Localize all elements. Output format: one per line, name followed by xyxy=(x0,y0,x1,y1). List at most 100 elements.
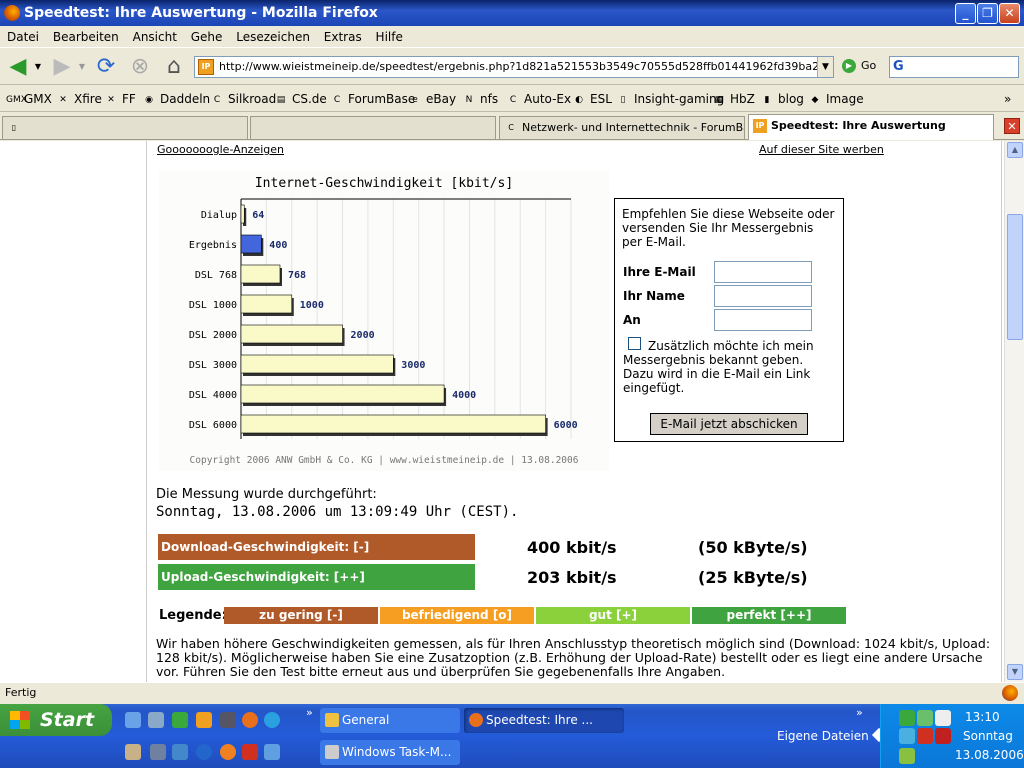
tray-icon-7[interactable] xyxy=(899,748,915,764)
legend-item: gut [+] xyxy=(536,607,690,624)
stop-button[interactable]: ⊗ xyxy=(126,53,154,81)
eigene-dateien-toolbar[interactable]: Eigene Dateien xyxy=(777,729,869,743)
scroll-up-icon[interactable]: ▲ xyxy=(1007,142,1023,158)
menu-ansicht[interactable]: Ansicht xyxy=(128,26,182,48)
legend-item: perfekt [++] xyxy=(692,607,846,624)
quicklaunch-icon-3[interactable] xyxy=(172,712,188,728)
home-button[interactable]: ⌂ xyxy=(160,53,188,81)
restore-button[interactable]: ❐ xyxy=(977,3,998,24)
mediaplayer-icon[interactable] xyxy=(196,744,212,760)
xfire-icon: ✕ xyxy=(59,94,67,105)
url-dropdown-icon[interactable]: ▼ xyxy=(817,57,833,77)
info-icon[interactable] xyxy=(220,744,236,760)
bookmark-xfire[interactable]: ✕ Xfire xyxy=(56,86,102,112)
bookmark-hbz[interactable]: ▦ HbZ xyxy=(712,86,755,112)
minimize-button[interactable]: _ xyxy=(955,3,976,24)
tab-2[interactable] xyxy=(250,116,496,139)
bookmark-esl[interactable]: ◐ ESL xyxy=(572,86,612,112)
chart-value-label: 4000 xyxy=(452,390,476,401)
tray-zonealarm-icon[interactable] xyxy=(917,728,933,744)
tab-4[interactable]: IP Speedtest: Ihre Auswertung xyxy=(748,114,994,140)
back-dropdown-icon[interactable]: ▼ xyxy=(32,53,44,81)
taskbar-chevron-icon[interactable]: » xyxy=(856,706,863,719)
quicklaunch-icon-5[interactable] xyxy=(220,712,236,728)
go-button[interactable]: ▶ Go xyxy=(842,59,876,73)
tab-label: Netzwerk- und Internettechnik - ForumBas… xyxy=(522,121,745,134)
desktop-icon[interactable] xyxy=(125,712,141,728)
firefox-icon xyxy=(469,713,483,727)
system-tray: 13:10 Sonntag 13.08.2006 xyxy=(880,704,1024,768)
email-field[interactable] xyxy=(714,261,812,283)
tab-1[interactable]: ▯ xyxy=(2,116,248,139)
back-button[interactable]: ◀ xyxy=(4,53,32,81)
taskbar-button-2[interactable]: Speedtest: Ihre ... xyxy=(464,708,624,733)
menu-lesezeichen[interactable]: Lesezeichen xyxy=(231,26,315,48)
close-tab-icon[interactable]: ✕ xyxy=(1004,118,1020,134)
window-title-bar[interactable]: Speedtest: Ihre Auswertung - Mozilla Fir… xyxy=(0,0,1024,26)
teamspeak-icon[interactable] xyxy=(150,744,166,760)
chart-bar xyxy=(240,294,293,314)
name-field[interactable] xyxy=(714,285,812,307)
menu-datei[interactable]: Datei xyxy=(0,26,44,48)
start-button[interactable]: Start xyxy=(0,704,112,736)
ads-link[interactable]: Gooooooogle-Anzeigen xyxy=(157,143,284,156)
taskmanager-icon xyxy=(325,745,339,759)
quicklaunch-icon-8[interactable] xyxy=(125,744,141,760)
taskbar-button-1[interactable]: General xyxy=(320,708,460,733)
bookmark-daddeln[interactable]: ◉ Daddeln xyxy=(142,86,210,112)
tray-icon-2[interactable] xyxy=(917,710,933,726)
forward-dropdown-icon[interactable]: ▼ xyxy=(76,53,88,81)
chart-category-label: DSL 6000 xyxy=(189,420,237,431)
chart-value-label: 6000 xyxy=(554,420,578,431)
bookmark-ebay[interactable]: e eBay xyxy=(408,86,456,112)
tray-icon-3[interactable] xyxy=(935,710,951,726)
firefox-quicklaunch-icon[interactable] xyxy=(242,712,258,728)
messenger-icon[interactable] xyxy=(264,744,280,760)
scroll-down-icon[interactable]: ▼ xyxy=(1007,664,1023,680)
network-icon[interactable] xyxy=(172,744,188,760)
quicklaunch-icon-2[interactable] xyxy=(148,712,164,728)
vertical-scrollbar[interactable]: ▲ ▼ xyxy=(1004,141,1024,682)
chart-footer: Copyright 2006 ANW GmbH & Co. KG | www.w… xyxy=(190,455,579,466)
tray-antivirus-icon[interactable] xyxy=(935,728,951,744)
zonealarm-icon[interactable] xyxy=(242,744,258,760)
bookmarks-chevron-icon[interactable]: » xyxy=(1004,86,1011,112)
menu-gehe[interactable]: Gehe xyxy=(186,26,228,48)
advertise-link[interactable]: Auf dieser Site werben xyxy=(759,143,884,156)
email-label: Ihre E-Mail xyxy=(623,265,696,279)
tray-network-icon[interactable] xyxy=(899,728,915,744)
chart-bar xyxy=(240,354,394,374)
bookmark-ff[interactable]: ✕ FF xyxy=(104,86,136,112)
forward-button[interactable]: ▶ xyxy=(48,53,76,81)
winamp-icon[interactable] xyxy=(196,712,212,728)
quicklaunch-chevron-icon[interactable]: » xyxy=(306,706,313,719)
tab-3[interactable]: C Netzwerk- und Internettechnik - ForumBa… xyxy=(499,116,745,139)
search-input[interactable]: G xyxy=(889,56,1019,78)
scroll-thumb[interactable] xyxy=(1007,214,1023,340)
send-email-button[interactable]: E-Mail jetzt abschicken xyxy=(650,413,808,435)
menu-hilfe[interactable]: Hilfe xyxy=(371,26,408,48)
bookmark-cs-de[interactable]: ▤ CS.de xyxy=(274,86,327,112)
bookmark-gmx[interactable]: GMXGMX xyxy=(6,86,52,112)
bookmark-image[interactable]: ◆ Image xyxy=(808,86,864,112)
bookmark-nfs[interactable]: Nnfs xyxy=(462,86,498,112)
bookmark-forumbase[interactable]: C ForumBase xyxy=(330,86,415,112)
bookmark-auto-ex[interactable]: C Auto-Ex xyxy=(506,86,571,112)
clock-day: Sonntag xyxy=(963,729,1013,743)
reload-button[interactable]: ⟳ xyxy=(92,53,120,81)
close-button[interactable]: ✕ xyxy=(999,3,1020,24)
url-bar[interactable]: IP http://www.wieistmeineip.de/speedtest… xyxy=(194,56,834,78)
bookmark-blog[interactable]: ▮ blog xyxy=(760,86,804,112)
menu-bearbeiten[interactable]: Bearbeiten xyxy=(48,26,124,48)
to-field[interactable] xyxy=(714,309,812,331)
chart-value-label: 400 xyxy=(269,240,287,251)
bookmark-silkroad[interactable]: C Silkroad xyxy=(210,86,276,112)
google-icon: G xyxy=(893,59,904,74)
bookmark-insight-gaming[interactable]: ▯ Insight-gaming xyxy=(616,86,725,112)
menu-extras[interactable]: Extras xyxy=(319,26,367,48)
to-label: An xyxy=(623,313,641,327)
tray-icon-1[interactable] xyxy=(899,710,915,726)
clock-time[interactable]: 13:10 xyxy=(965,710,1000,724)
skype-icon[interactable] xyxy=(264,712,280,728)
taskbar-button-3[interactable]: Windows Task-M... xyxy=(320,740,460,765)
